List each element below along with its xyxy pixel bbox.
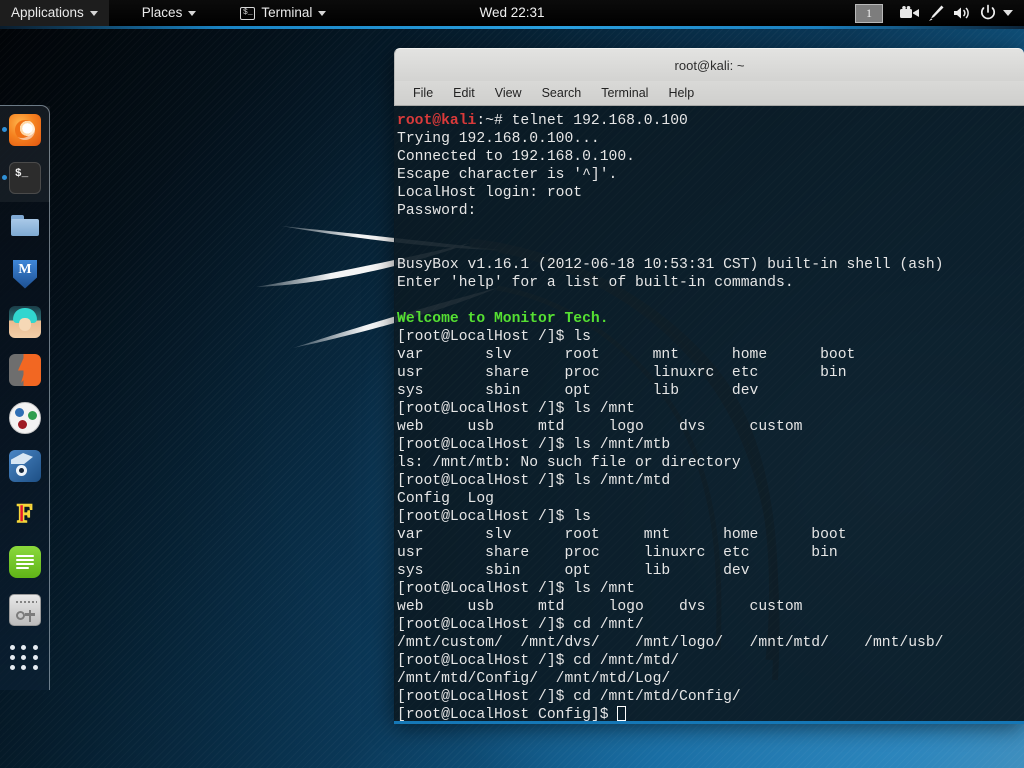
system-tray: 1	[855, 0, 1018, 26]
settings-mixer-icon	[9, 594, 41, 626]
chevron-down-icon	[89, 10, 98, 16]
terminal-line: sys sbin opt lib dev	[397, 563, 750, 579]
applications-menu-label: Applications	[11, 5, 84, 20]
menu-file[interactable]: File	[405, 84, 441, 102]
dock-item-terminal[interactable]: $_	[0, 154, 50, 202]
dock-item-files[interactable]	[0, 202, 50, 250]
terminal-line: Welcome to Monitor Tech.	[397, 310, 1024, 328]
terminal-line: /mnt/mtd/Config/ /mnt/mtd/Log/	[397, 671, 671, 687]
terminal-cursor	[617, 706, 627, 721]
terminal-line: web usb mtd logo dvs custom	[397, 599, 803, 615]
beef-palette-icon	[9, 402, 41, 434]
dock-item-text-editor[interactable]	[0, 538, 50, 586]
terminal-line: sys sbin opt lib dev	[397, 383, 759, 399]
terminal-line: [root@LocalHost /]$ cd /mnt/	[397, 617, 644, 633]
dock-item-beef[interactable]	[0, 394, 50, 442]
terminal-line: [root@LocalHost Config]$	[397, 706, 1024, 721]
volume-icon[interactable]	[949, 0, 975, 26]
chevron-down-icon[interactable]	[1003, 10, 1013, 16]
apps-grid-icon	[10, 645, 40, 671]
menu-edit[interactable]: Edit	[445, 84, 483, 102]
terminal-prompt-tail: :~# telnet 192.168.0.100	[476, 113, 688, 129]
window-title: root@kali: ~	[674, 57, 745, 73]
terminal-line: [root@LocalHost /]$ ls /mnt/mtb	[397, 437, 671, 453]
text-editor-icon	[9, 546, 41, 578]
burpsuite-icon	[9, 354, 41, 386]
menu-view[interactable]: View	[487, 84, 530, 102]
brush-icon[interactable]	[923, 0, 949, 26]
terminal-window-menu-label: Terminal	[261, 5, 313, 20]
terminal-line: Trying 192.168.0.100...	[397, 131, 600, 147]
dock-item-armitage[interactable]	[0, 298, 50, 346]
application-dock: $_ M F	[0, 105, 50, 690]
armitage-icon	[9, 306, 41, 338]
terminal-window-menu[interactable]: $_ Terminal	[229, 0, 337, 26]
terminal-line: var slv root mnt home boot	[397, 347, 856, 363]
terminal-line: [root@LocalHost /]$ cd /mnt/mtd/	[397, 653, 680, 669]
menu-terminal[interactable]: Terminal	[593, 84, 656, 102]
panel-accent-line	[0, 26, 1024, 29]
menu-help[interactable]: Help	[660, 84, 702, 102]
dock-item-burpsuite[interactable]	[0, 346, 50, 394]
terminal-prompt-userhost: root@kali	[397, 113, 477, 129]
terminal-line: [root@LocalHost /]$ ls /mnt/mtd	[397, 473, 671, 489]
top-panel: Applications Places $_ Terminal Wed 22:3…	[0, 0, 1024, 26]
terminal-titlebar[interactable]: root@kali: ~	[394, 48, 1024, 81]
terminal-icon: $_	[9, 162, 41, 194]
terminal-line: Enter 'help' for a list of built-in comm…	[397, 275, 794, 291]
terminal-menubar: File Edit View Search Terminal Help	[394, 81, 1024, 106]
terminal-line: Password:	[397, 203, 477, 219]
firefox-icon	[9, 114, 41, 146]
menu-search[interactable]: Search	[534, 84, 590, 102]
terminal-banner-text: Welcome to Monitor Tech.	[397, 311, 609, 327]
terminal-icon: $_	[240, 6, 256, 20]
video-camera-icon[interactable]	[897, 0, 923, 26]
wireshark-icon	[9, 450, 41, 482]
terminal-line: usr share proc linuxrc etc bin	[397, 365, 847, 381]
terminal-window[interactable]: root@kali: ~ File Edit View Search Termi…	[394, 48, 1024, 724]
terminal-line: Escape character is '^]'.	[397, 167, 618, 183]
metasploit-shield-icon: M	[9, 258, 41, 290]
dock-item-show-applications[interactable]	[0, 634, 50, 682]
terminal-line: BusyBox v1.16.1 (2012-06-18 10:53:31 CST…	[397, 257, 944, 273]
terminal-line: Connected to 192.168.0.100.	[397, 149, 635, 165]
terminal-body[interactable]: root@kali:~# telnet 192.168.0.100 Trying …	[394, 106, 1024, 721]
terminal-line: [root@LocalHost /]$ ls	[397, 509, 591, 525]
dock-item-metasploit[interactable]: M	[0, 250, 50, 298]
dock-item-faraday[interactable]: F	[0, 490, 50, 538]
dock-item-wireshark[interactable]	[0, 442, 50, 490]
terminal-line: ls: /mnt/mtb: No such file or directory	[397, 455, 741, 471]
terminal-icon-glyph: $_	[243, 8, 253, 17]
faraday-icon: F	[16, 499, 33, 528]
dock-item-firefox[interactable]	[0, 106, 50, 154]
chevron-down-icon	[318, 10, 327, 16]
desktop-screen: Applications Places $_ Terminal Wed 22:3…	[0, 0, 1024, 768]
chevron-down-icon	[188, 10, 197, 16]
terminal-line: [root@LocalHost /]$ ls	[397, 329, 591, 345]
terminal-bottom-accent	[394, 721, 1024, 724]
places-menu[interactable]: Places	[131, 0, 208, 26]
terminal-line: [root@LocalHost /]$ ls /mnt	[397, 581, 635, 597]
terminal-line: usr share proc linuxrc etc bin	[397, 545, 838, 561]
terminal-line: [root@LocalHost /]$ cd /mnt/mtd/Config/	[397, 689, 741, 705]
workspace-indicator[interactable]: 1	[855, 3, 883, 23]
terminal-line: var slv root mnt home boot	[397, 527, 847, 543]
power-icon[interactable]	[975, 0, 1001, 26]
applications-menu[interactable]: Applications	[0, 0, 109, 26]
dock-item-settings[interactable]	[0, 586, 50, 634]
terminal-output: root@kali:~# telnet 192.168.0.100 Trying …	[395, 108, 1024, 721]
terminal-line: Config Log	[397, 491, 494, 507]
terminal-line: /mnt/custom/ /mnt/dvs/ /mnt/logo/ /mnt/m…	[397, 635, 944, 651]
terminal-line: [root@LocalHost /]$ ls /mnt	[397, 401, 635, 417]
terminal-last-prompt: [root@LocalHost Config]$	[397, 707, 618, 721]
folder-icon	[9, 210, 41, 242]
terminal-line: web usb mtd logo dvs custom	[397, 419, 803, 435]
terminal-line: root@kali:~# telnet 192.168.0.100	[397, 112, 1024, 130]
places-menu-label: Places	[141, 5, 183, 20]
terminal-line: LocalHost login: root	[397, 185, 583, 201]
